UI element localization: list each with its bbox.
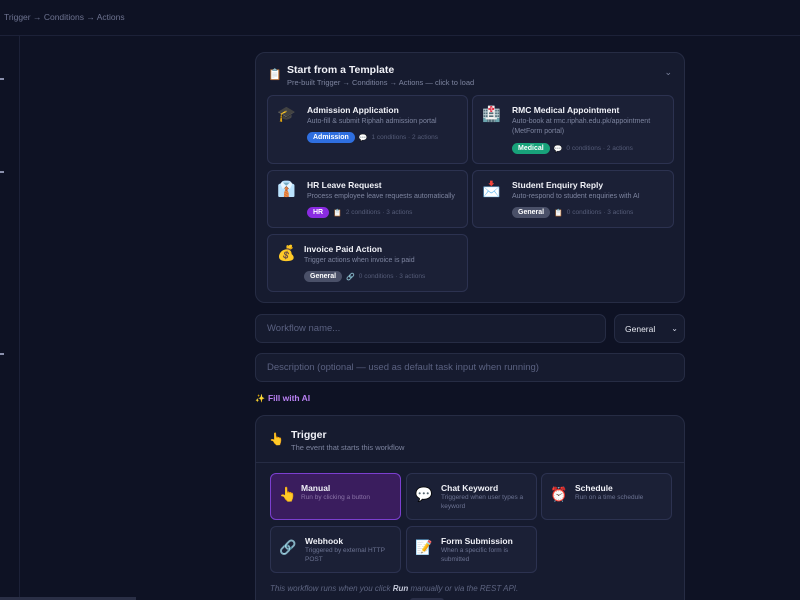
top-bar: Trigger → Conditions → Actions <box>0 0 800 36</box>
trigger-option-name: Form Submission <box>441 536 513 546</box>
template-name: Admission Application <box>307 105 399 115</box>
workflow-name-input[interactable] <box>255 314 606 343</box>
trigger-option-description: Triggered by external HTTP POST <box>305 547 385 563</box>
link-icon: 🔗 <box>279 539 297 555</box>
template-meta: HR 📋 2 conditions · 3 actions <box>307 207 412 218</box>
template-name: Student Enquiry Reply <box>512 180 604 190</box>
briefcase-icon: 👔 <box>277 181 296 198</box>
template-stats: 0 conditions · 3 actions <box>358 273 426 280</box>
rail-marker <box>0 78 4 80</box>
trigger-subtitle: The event that starts this workflow <box>291 443 405 452</box>
rail-marker <box>0 353 4 355</box>
template-panel: 📋 Start from a Template Pre-built Trigge… <box>255 52 685 303</box>
trigger-option-description: Run on a time schedule <box>575 494 644 501</box>
template-description: Auto-respond to student enquiries with A… <box>512 193 640 200</box>
run-keyword: Run <box>392 584 409 593</box>
trigger-option-chat-keyword[interactable]: 💬 Chat Keyword Triggered when user types… <box>406 473 537 520</box>
pointing-hand-icon: 👆 <box>269 432 284 446</box>
clipboard-icon: 📋 <box>333 209 342 217</box>
template-description: Auto-book at rmc.riphah.edu.pk/appointme… <box>512 118 651 135</box>
template-card-student-enquiry[interactable]: 📩 Student Enquiry Reply Auto-respond to … <box>472 170 674 228</box>
trigger-option-name: Schedule <box>575 483 613 493</box>
trigger-option-description: When a specific form is submitted <box>441 547 509 563</box>
category-badge: Medical <box>512 143 550 154</box>
clipboard-icon: 📋 <box>554 209 563 217</box>
graduation-cap-icon: 🎓 <box>277 106 296 123</box>
trigger-option-name: Chat Keyword <box>441 483 499 493</box>
template-card-medical[interactable]: 🏥 RMC Medical Appointment Auto-book at r… <box>472 95 674 164</box>
pointing-hand-icon: 👆 <box>279 486 297 502</box>
category-badge: General <box>304 271 343 282</box>
template-card-invoice[interactable]: 💰 Invoice Paid Action Trigger actions wh… <box>267 234 468 292</box>
category-select-value: General <box>625 323 656 334</box>
category-badge: Admission <box>307 132 355 143</box>
category-badge: HR <box>307 207 330 218</box>
template-name: HR Leave Request <box>307 180 382 190</box>
trigger-option-form-submission[interactable]: 📝 Form Submission When a specific form i… <box>406 526 537 573</box>
template-description: Auto-fill & submit Riphah admission port… <box>307 118 437 125</box>
template-card-hr[interactable]: 👔 HR Leave Request Process employee leav… <box>267 170 468 228</box>
money-bag-icon: 💰 <box>277 245 296 262</box>
speech-bubble-icon: 💬 <box>415 486 433 502</box>
template-description: Process employee leave requests automati… <box>307 193 455 200</box>
template-name: RMC Medical Appointment <box>512 105 620 115</box>
template-stats: 1 conditions · 2 actions <box>371 134 438 141</box>
template-panel-title: Start from a Template <box>287 64 395 76</box>
template-meta: General 📋 0 conditions · 3 actions <box>512 207 633 218</box>
chevron-down-icon[interactable]: ⌄ <box>664 67 672 78</box>
trigger-title: Trigger <box>291 429 327 441</box>
trigger-option-manual[interactable]: 👆 Manual Run by clicking a button <box>270 473 401 520</box>
trigger-option-name: Manual <box>301 483 331 493</box>
template-card-admission[interactable]: 🎓 Admission Application Auto-fill & subm… <box>267 95 468 164</box>
template-name: Invoice Paid Action <box>304 244 383 254</box>
template-panel-subtitle: Pre-built Trigger → Conditions → Actions… <box>287 78 475 87</box>
sparkle-icon: ✨ <box>255 393 265 403</box>
alarm-clock-icon: ⏰ <box>550 486 568 502</box>
clipboard-icon: 📋 <box>268 69 282 81</box>
category-select[interactable]: General ⌄ <box>614 314 685 343</box>
trigger-option-description: Run by clicking a button <box>301 494 371 501</box>
category-badge: General <box>512 207 551 218</box>
trigger-option-webhook[interactable]: 🔗 Webhook Triggered by external HTTP POS… <box>270 526 401 573</box>
trigger-help-text: This workflow runs when you click Run ma… <box>270 584 519 593</box>
template-meta: Admission 💬 1 conditions · 2 actions <box>307 132 438 143</box>
description-input[interactable] <box>255 353 685 382</box>
rail-marker <box>0 171 4 173</box>
chevron-down-icon: ⌄ <box>671 324 678 333</box>
template-stats: 0 conditions · 2 actions <box>566 145 633 152</box>
memo-icon: 📝 <box>415 539 433 555</box>
link-icon: 🔗 <box>346 273 355 281</box>
template-meta: Medical 💬 0 conditions · 2 actions <box>512 143 633 154</box>
template-stats: 2 conditions · 3 actions <box>345 209 413 216</box>
left-rail <box>0 36 20 600</box>
fill-with-ai-button[interactable]: ✨ Fill with AI <box>255 393 310 403</box>
chat-icon: 💬 <box>553 145 563 153</box>
hospital-icon: 🏥 <box>482 106 501 123</box>
trigger-option-description: Triggered when user types a keyword <box>441 494 524 510</box>
template-meta: General 🔗 0 conditions · 3 actions <box>304 271 425 282</box>
breadcrumb: Trigger → Conditions → Actions <box>4 12 125 22</box>
trigger-option-name: Webhook <box>305 536 344 546</box>
trigger-panel: 👆 Trigger The event that starts this wor… <box>255 415 685 600</box>
chat-icon: 💬 <box>358 134 368 142</box>
trigger-option-schedule[interactable]: ⏰ Schedule Run on a time schedule <box>541 473 672 520</box>
envelope-icon: 📩 <box>482 181 501 198</box>
template-description: Trigger actions when invoice is paid <box>304 257 415 264</box>
fill-with-ai-label: Fill with AI <box>267 393 311 403</box>
template-stats: 0 conditions · 3 actions <box>566 209 634 216</box>
divider <box>256 462 684 463</box>
